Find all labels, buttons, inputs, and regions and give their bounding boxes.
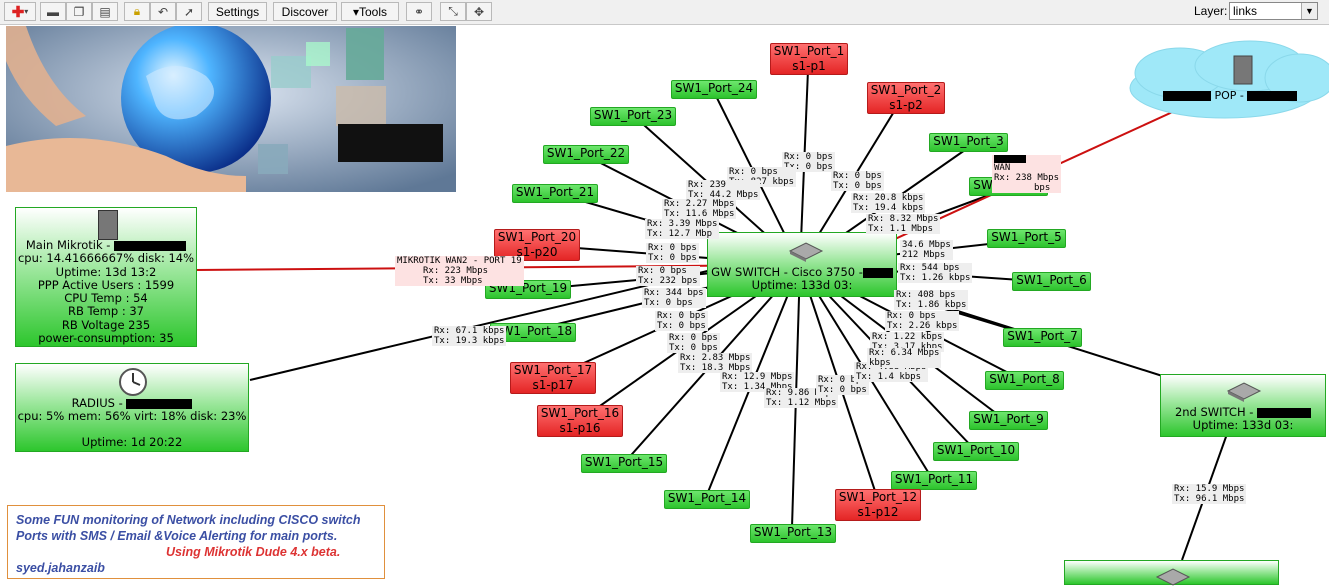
main-mikrotik-device[interactable]: Main Mikrotik - cpu: 14.41666667% disk: … <box>15 207 197 347</box>
link-stat: Rx: 0 bps Tx: 0 bps <box>646 243 699 263</box>
second-switch-device[interactable]: 2nd SWITCH - Uptime: 133d 03: <box>1160 374 1326 437</box>
link-stat: Rx: 239 Tx: 44.2 Mbps <box>686 180 761 200</box>
link-stat: Rx: 6.34 Mbps kbps <box>867 348 942 368</box>
globe-illustration <box>6 26 456 192</box>
link-stat: 34.6 Mbps 212 Mbps <box>900 240 953 260</box>
server-icon <box>1233 55 1253 85</box>
port-node-22[interactable]: SW1_Port_22 <box>543 145 629 164</box>
third-switch-device[interactable] <box>1064 560 1279 586</box>
device-name: GW SWITCH - Cisco 3750 - <box>708 265 896 279</box>
uptime: Uptime: 13d 13:2 <box>55 264 157 279</box>
radius-stats: cpu: 5% mem: 56% virt: 18% disk: 23% <box>17 409 247 424</box>
device-name: RADIUS - <box>16 396 248 410</box>
link-stat: Rx: 0 bps Tx: 0 bps <box>831 171 884 191</box>
link-stat: Rx: 0 bps Tx: 0 bps <box>667 333 720 353</box>
link-stat: Rx: 2.83 Mbps Tx: 18.3 Mbps <box>678 353 753 373</box>
link-stat: Rx: 0 bps Tx: 2.26 kbps <box>885 311 960 331</box>
port-node-9[interactable]: SW1_Port_9 <box>969 411 1048 430</box>
port-node-14[interactable]: SW1_Port_14 <box>664 490 750 509</box>
port-node-1[interactable]: SW1_Port_1 s1-p1 <box>770 43 848 75</box>
port-node-13[interactable]: SW1_Port_13 <box>750 524 836 543</box>
uptime: Uptime: 133d 03: <box>751 278 853 293</box>
note-line-2: Ports with SMS / Email &Voice Alerting f… <box>16 529 338 543</box>
port-node-12[interactable]: SW1_Port_12 s1-p12 <box>835 489 921 521</box>
link-stat: Rx: 544 bps Tx: 1.26 kbps <box>898 263 973 283</box>
port-node-21[interactable]: SW1_Port_21 <box>512 184 598 203</box>
cpu-stat: cpu: 14.41666667% disk: 14% <box>17 251 195 266</box>
ppp-users: PPP Active Users : 1599 <box>37 277 175 292</box>
rb-temp: RB Temp : 37 <box>67 304 144 319</box>
switch-icon <box>1226 382 1262 402</box>
port-node-23[interactable]: SW1_Port_23 <box>590 107 676 126</box>
banner-image <box>6 26 456 192</box>
link-stat: Rx: 2.27 Mbps Tx: 11.6 Mbps <box>662 199 737 219</box>
port-node-2[interactable]: SW1_Port_2 s1-p2 <box>867 82 945 114</box>
server-icon <box>98 210 118 240</box>
link-stat: Rx: 3.39 Mbps Tx: 12.7 Mbp <box>645 219 720 239</box>
link-stat: Rx: 0 bps Tx: 0 bps <box>655 311 708 331</box>
wan2-link-label: MIKROTIK WAN2 - PORT 19 Rx: 223 Mbps Tx:… <box>395 256 524 286</box>
link-stat: Rx: 408 bps Tx: 1.86 kbps <box>894 290 969 310</box>
clock-icon <box>119 368 147 396</box>
note-line-3: Using Mikrotik Dude 4.x beta. <box>166 545 341 559</box>
link-stat: Rx: 344 bps Tx: 0 bps <box>642 288 706 308</box>
pop-cloud[interactable] <box>1120 38 1329 122</box>
pop-label: POP - <box>1163 89 1298 102</box>
port-node-6[interactable]: SW1_Port_6 <box>1012 272 1091 291</box>
switch-icon <box>1155 568 1191 586</box>
port-node-5[interactable]: SW1_Port_5 <box>987 229 1066 248</box>
port-node-24[interactable]: SW1_Port_24 <box>671 80 757 99</box>
link-stat: Rx: 0 bps Tx: 232 bps <box>636 266 700 286</box>
device-name: 2nd SWITCH - <box>1161 405 1325 419</box>
radius-device[interactable]: RADIUS - cpu: 5% mem: 56% virt: 18% disk… <box>15 363 249 452</box>
port-node-10[interactable]: SW1_Port_10 <box>933 442 1019 461</box>
port-node-17[interactable]: SW1_Port_17 s1-p17 <box>510 362 596 394</box>
switch-icon <box>788 242 824 262</box>
note-line-1: Some FUN monitoring of Network including… <box>16 513 361 527</box>
port-node-16[interactable]: SW1_Port_16 s1-p16 <box>537 405 623 437</box>
uptime: Uptime: 1d 20:22 <box>81 434 183 449</box>
rb-voltage: RB Voltage 235 <box>61 317 151 332</box>
link-stat: Rx: 8.32 Mbps Tx: 1.1 Mbps <box>866 214 941 234</box>
port-node-7[interactable]: SW1_Port_7 <box>1003 328 1082 347</box>
note-box: Some FUN monitoring of Network including… <box>7 505 385 579</box>
port-node-11[interactable]: SW1_Port_11 <box>891 471 977 490</box>
radius-link-label: Rx: 67.1 kbps Tx: 19.3 kbps <box>432 326 507 346</box>
port-node-15[interactable]: SW1_Port_15 <box>581 454 667 473</box>
wan-link-label: WAN Rx: 238 Mbps bps <box>992 155 1062 193</box>
uptime: Uptime: 133d 03: <box>1192 418 1294 433</box>
second-switch-link-label: Rx: 15.9 Mbps Tx: 96.1 Mbps <box>1172 484 1247 504</box>
gw-switch-device[interactable]: GW SWITCH - Cisco 3750 - Uptime: 133d 03… <box>707 232 897 297</box>
device-name: Main Mikrotik - <box>16 238 196 252</box>
link-stat: Rx: 20.8 kbps Tx: 19.4 kbps <box>851 193 926 213</box>
power-consumption: power-consumption: 35 <box>38 331 174 346</box>
note-signature: syed.jahanzaib <box>16 561 105 575</box>
port-node-8[interactable]: SW1_Port_8 <box>985 371 1064 390</box>
port-node-3[interactable]: SW1_Port_3 <box>929 133 1008 152</box>
cpu-temp: CPU Temp : 54 <box>64 291 148 306</box>
